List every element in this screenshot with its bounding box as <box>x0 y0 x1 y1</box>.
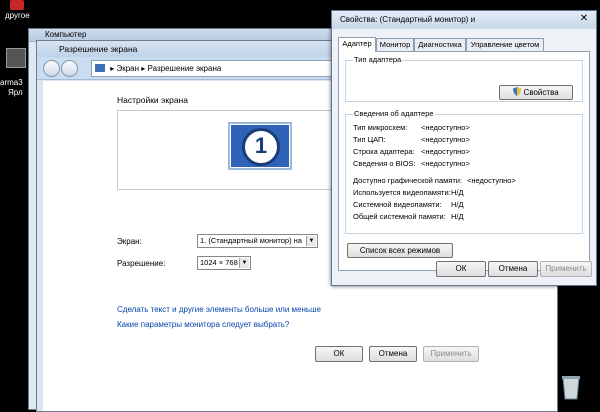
display-label: Экран: <box>117 237 142 246</box>
chevron-down-icon[interactable]: ▼ <box>239 258 249 268</box>
tab-monitor[interactable]: Монитор <box>376 38 414 51</box>
adapter-info-title: Сведения об адаптере <box>353 109 435 118</box>
tab-diagnostics[interactable]: Диагностика <box>414 38 466 51</box>
dialog-apply-button[interactable]: Применить <box>540 261 592 277</box>
info-label: Тип микросхем: <box>353 123 408 132</box>
info-label: Тип ЦАП: <box>353 135 386 144</box>
breadcrumb-item[interactable]: Разрешение экрана <box>148 64 222 73</box>
info-value: <недоступно> <box>421 135 470 144</box>
memory-label: Системной видеопамяти: <box>353 200 442 209</box>
tab-color-management[interactable]: Управление цветом <box>466 38 544 51</box>
list-all-modes-button[interactable]: Список всех режимов <box>347 243 453 258</box>
desktop-icon-label: другое <box>5 11 30 20</box>
monitor-preview: 1 <box>117 110 359 190</box>
monitor-settings-help-link[interactable]: Какие параметры монитора следует выбрать… <box>117 320 289 329</box>
monitor-number: 1 <box>242 128 280 166</box>
adapter-panel: Тип адаптера Свойства Сведения об адапте… <box>338 51 590 271</box>
memory-label: Общей системной памяти: <box>353 212 446 221</box>
window-title: Разрешение экрана <box>59 44 138 54</box>
memory-value: <недоступно> <box>467 176 516 185</box>
properties-button[interactable]: Свойства <box>499 85 573 100</box>
page-title: Настройки экрана <box>117 95 188 105</box>
tab-adapter[interactable]: Адаптер <box>338 37 376 52</box>
text-size-link[interactable]: Сделать текст и другие элементы больше и… <box>117 305 321 314</box>
info-value: <недоступно> <box>421 147 470 156</box>
desktop-icon-label: arma3 <box>0 78 23 87</box>
desktop-icon-sublabel: Ярл <box>8 88 23 97</box>
info-value: <недоступно> <box>421 123 470 132</box>
display-icon <box>95 64 105 72</box>
resolution-label: Разрешение: <box>117 259 166 268</box>
info-label: Сведения о BIOS: <box>353 159 416 168</box>
desktop-icon-other[interactable]: другое <box>2 0 36 22</box>
chevron-down-icon[interactable]: ▼ <box>306 236 316 246</box>
close-icon[interactable]: ✕ <box>578 13 590 25</box>
monitor-properties-dialog[interactable]: Свойства: (Стандартный монитор) и ✕ Адап… <box>331 10 597 286</box>
app-icon <box>6 48 26 68</box>
display-select[interactable]: 1. (Стандартный монитор) на ▼ <box>197 234 318 248</box>
cancel-button[interactable]: Отмена <box>369 346 417 362</box>
chevron-right-icon[interactable]: ▸ <box>141 64 145 73</box>
shield-icon <box>513 87 522 96</box>
info-value: <недоступно> <box>421 159 470 168</box>
back-button[interactable] <box>43 60 60 77</box>
memory-label: Используется видеопамяти: <box>353 188 451 197</box>
window-title: Компьютер <box>45 30 87 39</box>
recycle-bin-icon[interactable] <box>560 374 582 400</box>
dialog-ok-button[interactable]: ОК <box>436 261 486 277</box>
resolution-select[interactable]: 1024 × 768 ▼ <box>197 256 251 270</box>
resolution-select-value: 1024 × 768 <box>200 258 238 267</box>
memory-value: Н/Д <box>451 188 464 197</box>
breadcrumb-item[interactable]: Экран <box>116 64 139 73</box>
chevron-right-icon[interactable]: ▸ <box>110 64 114 73</box>
dialog-cancel-button[interactable]: Отмена <box>488 261 538 277</box>
ok-button[interactable]: ОК <box>315 346 363 362</box>
forward-button[interactable] <box>61 60 78 77</box>
folder-icon <box>10 0 24 10</box>
dialog-title: Свойства: (Стандартный монитор) и <box>340 15 476 24</box>
properties-button-label: Свойства <box>523 88 559 97</box>
memory-label: Доступно графической памяти: <box>353 176 463 185</box>
info-label: Строка адаптера: <box>353 147 415 156</box>
display-select-value: 1. (Стандартный монитор) на <box>200 236 302 245</box>
memory-value: Н/Д <box>451 212 464 221</box>
apply-button[interactable]: Применить <box>423 346 479 362</box>
dialog-titlebar[interactable]: Свойства: (Стандартный монитор) и ✕ <box>332 11 596 29</box>
adapter-type-title: Тип адаптера <box>353 55 403 64</box>
memory-value: Н/Д <box>451 200 464 209</box>
monitor-tile[interactable]: 1 <box>228 122 292 170</box>
